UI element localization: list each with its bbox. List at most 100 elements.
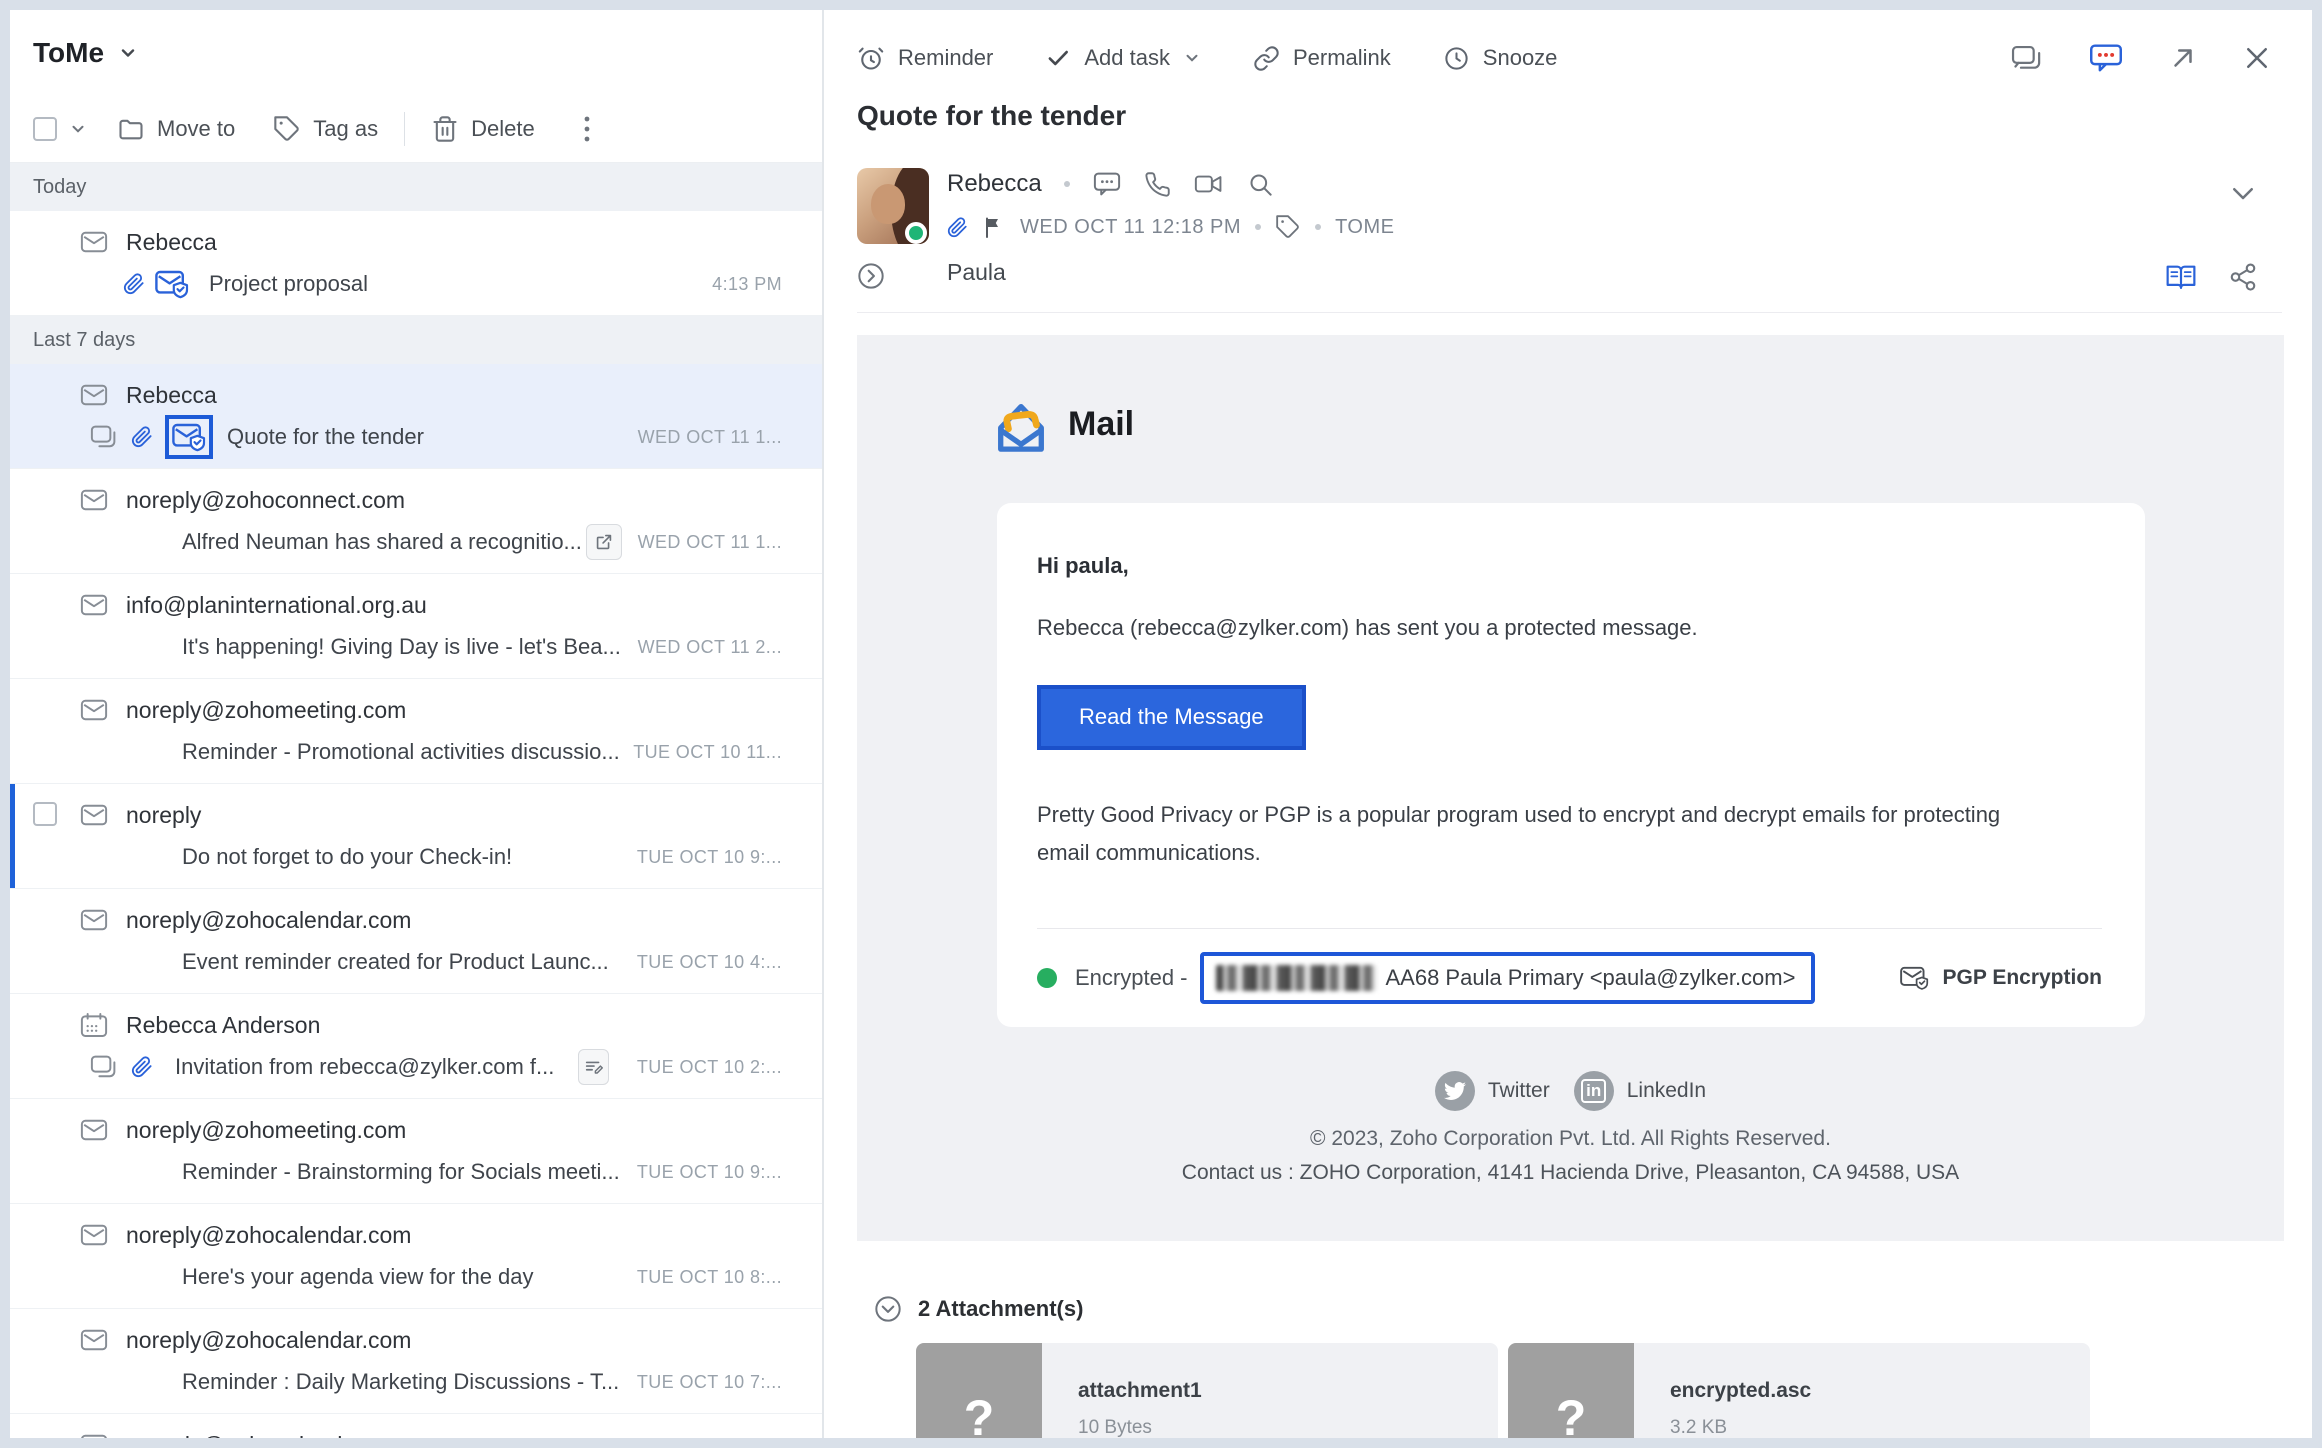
email-checkbox[interactable] [33, 802, 57, 826]
pgp-key-box[interactable]: AA68 Paula Primary <paula@zylker.com> [1200, 952, 1816, 1004]
move-to-button[interactable]: Move to [117, 115, 235, 143]
attachment-filesize: 3.2 KB [1670, 1417, 2090, 1438]
chevron-down-icon [1183, 49, 1201, 67]
close-icon[interactable] [2242, 43, 2272, 73]
envelope-icon [79, 696, 109, 724]
section-header-today: Today [10, 163, 822, 211]
recipient-name[interactable]: Paula [947, 259, 1006, 286]
attachment-tile[interactable]: ? attachment1 10 Bytes [916, 1343, 1498, 1438]
email-sender: noreply@zohocalendar.com [126, 1327, 411, 1354]
reminder-label: Reminder [898, 45, 993, 71]
collapse-attachments-icon[interactable] [874, 1295, 902, 1323]
email-list-item[interactable]: noreply@zohocalendar.com Event reminder … [10, 889, 822, 994]
pop-out-icon[interactable] [2168, 43, 2198, 73]
email-list-item[interactable]: noreply@zohoconnect.com Alfred Neuman ha… [10, 469, 822, 574]
more-options-icon[interactable] [583, 114, 591, 144]
share-icon[interactable] [2228, 262, 2258, 292]
email-list-item-selected[interactable]: Rebecca Quote for the tender WED OCT 11 … [10, 364, 822, 469]
move-to-label: Move to [157, 116, 235, 142]
mail-app-window: ToMe Move to Tag as [10, 10, 2312, 1438]
tag-icon[interactable] [1275, 214, 1301, 240]
email-subject: Reminder - Brainstorming for Socials mee… [182, 1159, 620, 1185]
greeting-text: Hi paula, [1037, 553, 2102, 579]
email-list-item[interactable]: Rebecca Project proposal 4:13 PM [10, 211, 822, 316]
dot-separator [1315, 224, 1321, 230]
expand-details-icon[interactable] [857, 262, 885, 290]
open-external-icon[interactable] [586, 524, 622, 560]
comments-icon[interactable] [2088, 42, 2124, 74]
permalink-button[interactable]: Permalink [1253, 45, 1391, 72]
email-list-item[interactable]: noreply Do not forget to do your Check-i… [10, 784, 822, 889]
delete-button[interactable]: Delete [431, 115, 535, 143]
email-list-item[interactable]: noreply@zohocalendar.com Here's your age… [10, 1204, 822, 1309]
collapse-header-icon[interactable] [2228, 178, 2258, 208]
folder-tag-label[interactable]: TOME [1335, 216, 1394, 239]
email-list-item[interactable]: noreply@zohocalendar.com Reminder : Dail… [10, 1309, 822, 1414]
conversation-view-icon[interactable] [2010, 43, 2044, 73]
folder-title[interactable]: ToMe [33, 37, 104, 69]
email-date: TUE OCT 10 7:... [637, 1372, 782, 1393]
add-task-button[interactable]: Add task [1045, 45, 1201, 71]
attachment-icon [123, 271, 145, 297]
sender-block: Rebecca [857, 166, 2272, 298]
reminder-button[interactable]: Reminder [857, 44, 993, 72]
email-html-body: Mail Hi paula, Rebecca (rebecca@zylker.c… [857, 335, 2284, 1241]
dot-separator [1064, 181, 1070, 187]
email-subject: Do not forget to do your Check-in! [182, 844, 512, 870]
select-all-checkbox[interactable] [33, 117, 57, 141]
snooze-button[interactable]: Snooze [1443, 45, 1558, 72]
envelope-icon [79, 1431, 109, 1438]
phone-icon[interactable] [1144, 171, 1171, 198]
email-list-item[interactable]: noreply@zohomeeting.com Reminder - Promo… [10, 679, 822, 784]
linkedin-glyph: in [1581, 1079, 1606, 1103]
calendar-icon [79, 1011, 109, 1039]
email-sender: noreply@zohocalendar.com [126, 1222, 411, 1249]
pgp-secure-mail-icon [1899, 964, 1931, 993]
envelope-icon [79, 381, 109, 409]
email-date: TUE OCT 10 11... [633, 742, 782, 763]
email-subject: It's happening! Giving Day is live - let… [182, 634, 621, 660]
email-subject: Alfred Neuman has shared a recognitio... [182, 529, 582, 555]
email-date: WED OCT 11 1... [638, 532, 782, 553]
chat-icon[interactable] [1092, 170, 1122, 198]
read-message-button[interactable]: Read the Message [1037, 685, 1306, 750]
email-list-item[interactable]: info@planinternational.org.au It's happe… [10, 574, 822, 679]
search-icon[interactable] [1247, 171, 1274, 198]
linkedin-link[interactable]: in LinkedIn [1574, 1071, 1706, 1111]
secure-mail-icon-focused[interactable] [165, 415, 213, 459]
email-list-item[interactable]: noreply@zohocalendar.com [10, 1414, 822, 1438]
email-sender: noreply@zohocalendar.com [126, 907, 411, 934]
mail-logo-icon [992, 393, 1050, 455]
attachment-filesize: 10 Bytes [1078, 1417, 1498, 1438]
envelope-icon [79, 486, 109, 514]
flag-icon[interactable] [982, 214, 1006, 240]
tag-as-button[interactable]: Tag as [273, 115, 378, 143]
message-line: Rebecca (rebecca@zylker.com) has sent yo… [1037, 615, 2102, 641]
tag-icon [273, 115, 301, 143]
attachment-filename: encrypted.asc [1670, 1379, 2090, 1403]
video-call-icon[interactable] [1193, 170, 1225, 198]
reading-pane-icon[interactable] [2164, 262, 2198, 292]
presence-dot [905, 222, 927, 244]
chevron-down-icon[interactable] [69, 120, 87, 138]
trash-icon [431, 115, 459, 143]
permalink-label: Permalink [1293, 45, 1391, 71]
encrypted-label: Encrypted - [1075, 965, 1188, 991]
email-list-item[interactable]: noreply@zohomeeting.com Reminder - Brain… [10, 1099, 822, 1204]
attachments-count: 2 Attachment(s) [918, 1296, 1083, 1322]
envelope-icon [79, 1116, 109, 1144]
contact-text: Contact us : ZOHO Corporation, 4141 Haci… [857, 1161, 2284, 1185]
unknown-file-icon: ? [916, 1343, 1042, 1438]
chevron-down-icon[interactable] [118, 43, 138, 63]
email-sender: Rebecca [126, 382, 217, 409]
attachment-tile[interactable]: ? encrypted.asc 3.2 KB [1508, 1343, 2090, 1438]
email-subject: Quote for the tender [227, 424, 424, 450]
add-task-label: Add task [1084, 45, 1170, 71]
email-list-item[interactable]: Rebecca Anderson Invitation from rebecca… [10, 994, 822, 1099]
copyright-text: © 2023, Zoho Corporation Pvt. Ltd. All R… [857, 1127, 2284, 1151]
notes-icon[interactable] [578, 1049, 609, 1085]
sender-name[interactable]: Rebecca [947, 170, 1042, 198]
email-date: WED OCT 11 2... [638, 637, 782, 658]
twitter-link[interactable]: Twitter [1435, 1071, 1550, 1111]
email-date: TUE OCT 10 9:... [637, 1162, 782, 1183]
